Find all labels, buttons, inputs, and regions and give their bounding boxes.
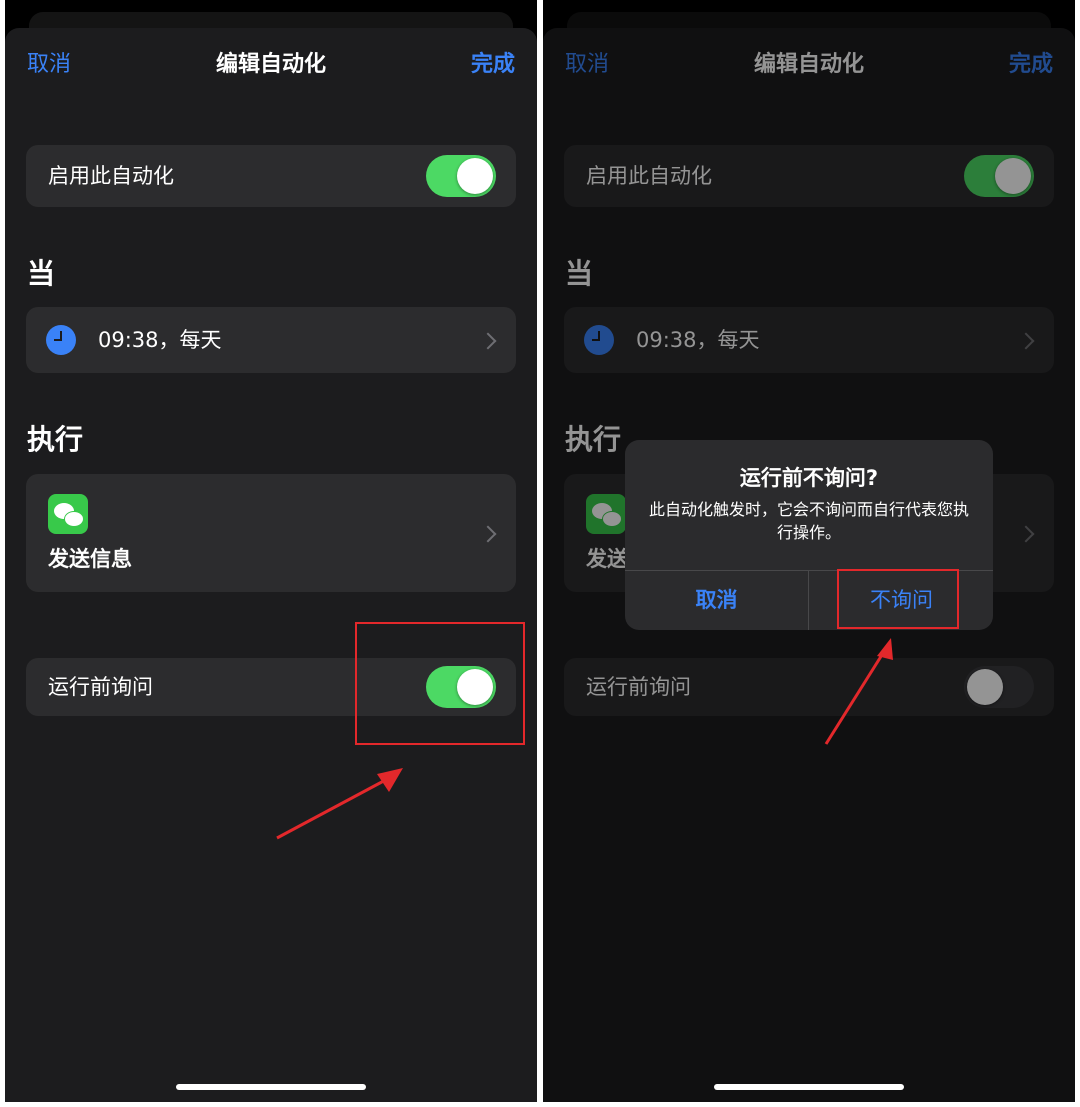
chevron-right-icon <box>479 525 497 543</box>
trigger-text: 09:38，每天 <box>98 328 222 352</box>
wechat-icon <box>48 494 88 534</box>
when-section-header: 当 <box>27 257 56 290</box>
alert-cancel-button[interactable]: 取消 <box>625 571 808 630</box>
ask-before-running-label: 运行前询问 <box>48 675 153 699</box>
left-screen: 取消 编辑自动化 完成 启用此自动化 当 09:38，每天 执行 发送信息 运行… <box>5 0 537 1102</box>
highlight-box <box>355 622 525 745</box>
alert-message: 此自动化触发时，它会不询问而自行代表您执行操作。 <box>649 500 970 542</box>
done-button[interactable]: 完成 <box>471 50 515 80</box>
chevron-right-icon <box>479 332 497 350</box>
page-title: 编辑自动化 <box>215 52 326 77</box>
home-indicator <box>176 1084 366 1090</box>
alert-title: 运行前不询问? <box>739 466 879 490</box>
trigger-row[interactable]: 09:38，每天 <box>26 307 516 373</box>
right-screen: 取消 编辑自动化 完成 启用此自动化 当 09:38，每天 执行 发送信息 运行… <box>543 0 1075 1102</box>
do-section-header: 执行 <box>27 423 84 456</box>
enable-automation-row: 启用此自动化 <box>26 145 516 207</box>
action-row[interactable]: 发送信息 <box>26 474 516 592</box>
clock-icon <box>46 325 76 355</box>
edit-automation-sheet: 取消 编辑自动化 完成 启用此自动化 当 09:38，每天 执行 发送信息 运行… <box>5 28 537 1102</box>
enable-automation-label: 启用此自动化 <box>48 164 174 188</box>
action-label: 发送信息 <box>48 547 132 571</box>
alert-divider <box>808 570 809 630</box>
toggle-knob <box>457 158 493 194</box>
highlight-box <box>837 569 959 629</box>
home-indicator <box>714 1084 904 1090</box>
enable-automation-toggle[interactable] <box>426 155 496 197</box>
